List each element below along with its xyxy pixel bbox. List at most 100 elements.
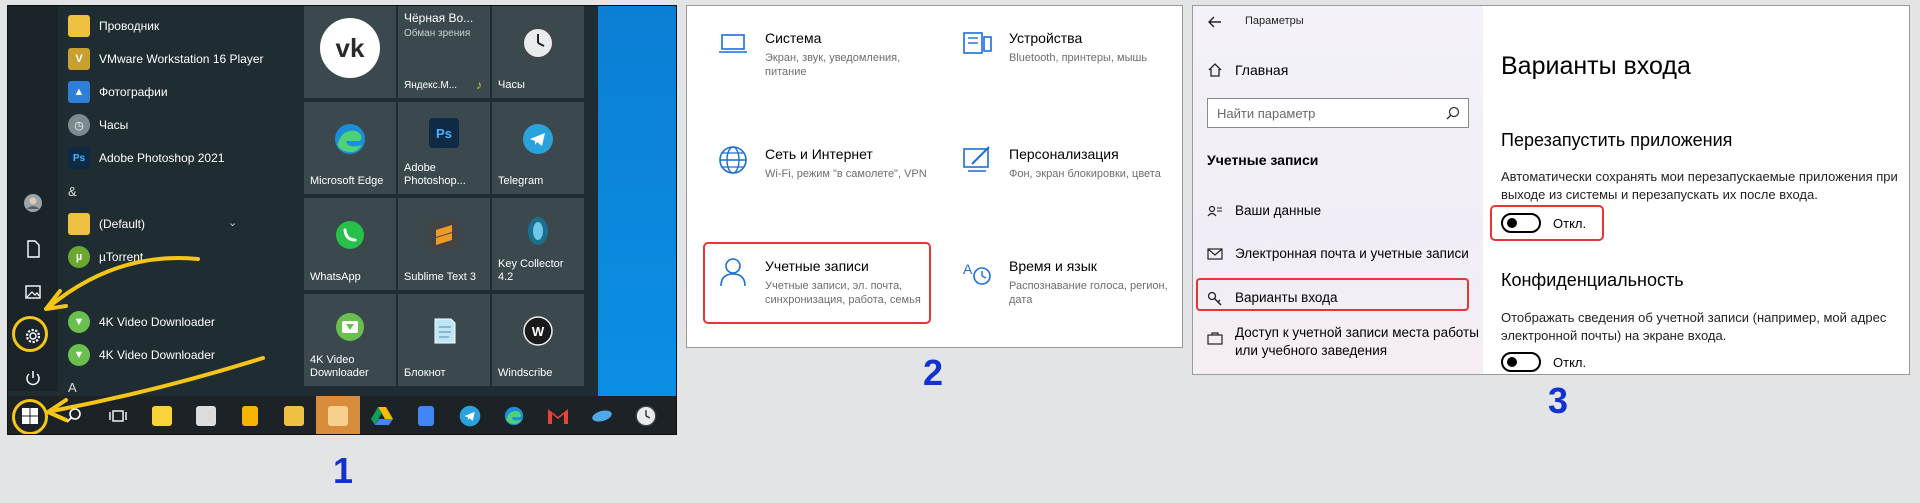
nav-home-label: Главная (1235, 62, 1289, 78)
app-item-4k-2[interactable]: ▼ 4K Video Downloader (68, 340, 215, 370)
tile-key-collector[interactable]: Key Collector 4.2 (492, 198, 584, 290)
tile-4k-downloader[interactable]: 4K Video Downloader (304, 294, 396, 386)
power-icon[interactable] (23, 368, 43, 388)
sign-in-options-screenshot: Параметры Главная Учетные записи Ваши да… (1192, 5, 1910, 375)
start-menu-screenshot: Проводник V VMware Workstation 16 Player … (7, 5, 677, 435)
settings-item-title: Система (765, 30, 822, 46)
restart-apps-heading: Перезапустить приложения (1501, 130, 1733, 150)
tile-track: Чёрная Во... (404, 11, 474, 25)
calculator-icon[interactable] (184, 396, 228, 434)
settings-item-network[interactable]: Сеть и Интернет Wi-Fi, режим "в самолете"… (715, 142, 935, 181)
search-box[interactable] (1207, 98, 1469, 128)
search-input[interactable] (1217, 105, 1437, 121)
clock-icon[interactable] (624, 396, 668, 434)
app-item-4k-1[interactable]: ▼ 4K Video Downloader (68, 307, 215, 337)
tile-notepad[interactable]: Блокнот (398, 294, 490, 386)
sign-in-options-highlight-box (1196, 278, 1469, 311)
tile-sublime[interactable]: Sublime Text 3 (398, 198, 490, 290)
tile-telegram[interactable]: Telegram (492, 102, 584, 194)
step-number-1: 1 (333, 450, 354, 491)
settings-item-time-language[interactable]: A Время и язык Распознавание голоса, реги… (959, 254, 1179, 307)
app-label: 4K Video Downloader (99, 348, 215, 362)
step-number-3: 3 (1548, 380, 1569, 421)
privacy-toggle[interactable] (1501, 352, 1541, 372)
task-view-icon[interactable] (96, 396, 140, 434)
letter-header[interactable]: & (68, 176, 77, 206)
chevron-down-icon[interactable]: ⌄ (228, 216, 237, 229)
tile-label: 4K Video Downloader (310, 354, 369, 379)
tile-label: Windscribe (498, 367, 553, 379)
photoshop-icon: Ps (68, 147, 90, 169)
time-language-icon: A (963, 261, 991, 285)
whatsapp-icon (334, 219, 366, 251)
settings-item-desc: Wi-Fi, режим "в самолете", VPN (765, 168, 927, 180)
document-icon[interactable] (23, 239, 43, 259)
svg-text:Ps: Ps (436, 126, 452, 141)
step-number-2: 2 (923, 352, 944, 393)
app-icon-orange[interactable] (316, 396, 360, 434)
settings-item-title: Время и язык (1009, 258, 1097, 274)
tile-windscribe[interactable]: W Windscribe (492, 294, 584, 386)
sticky-notes-icon[interactable] (140, 396, 184, 434)
tile-label: Key Collector 4.2 (498, 258, 564, 283)
gear-highlight-ring (12, 316, 48, 352)
tile-edge[interactable]: Microsoft Edge (304, 102, 396, 194)
avatar-icon[interactable] (23, 193, 43, 213)
tile-artist: Обман зрения (404, 28, 471, 39)
laptop-icon (719, 34, 747, 53)
app-label: (Default) (99, 217, 146, 231)
app-item-utorrent[interactable]: µ µTorrent (68, 242, 143, 272)
vmware-icon: V (68, 48, 90, 70)
settings-item-devices[interactable]: Устройства Bluetooth, принтеры, мышь (959, 26, 1179, 65)
browser-icon[interactable] (580, 396, 624, 434)
drive-icon[interactable] (360, 396, 404, 434)
back-arrow-icon[interactable] (1207, 14, 1223, 30)
app-item-photoshop[interactable]: Ps Adobe Photoshop 2021 (68, 143, 224, 173)
tile-label: Часы (498, 79, 525, 91)
folder-icon[interactable] (272, 396, 316, 434)
settings-item-title: Устройства (1009, 30, 1083, 46)
app-item-vmware[interactable]: V VMware Workstation 16 Player (68, 44, 264, 74)
toggle-knob (1507, 357, 1517, 367)
settings-item-title: Персонализация (1009, 146, 1119, 162)
nav-item-work-access[interactable]: Доступ к учетной записи места работы или… (1193, 324, 1483, 360)
tile-yandex-music[interactable]: Чёрная Во... Обман зрения Яндекс.М... ♪ (398, 6, 490, 98)
restart-toggle-highlight-box (1490, 205, 1604, 241)
nav-item-label: Доступ к учетной записи места работы или… (1235, 325, 1479, 358)
search-icon[interactable] (1446, 106, 1460, 120)
pictures-icon[interactable] (23, 282, 43, 302)
gmail-icon[interactable] (536, 396, 580, 434)
edge-icon[interactable] (492, 396, 536, 434)
tile-label: WhatsApp (310, 271, 361, 283)
tile-photoshop[interactable]: Ps Adobe Photoshop... (398, 102, 490, 194)
nav-item-email-accounts[interactable]: Электронная почта и учетные записи (1193, 245, 1483, 263)
edge-icon (332, 121, 368, 157)
settings-item-personalization[interactable]: Персонализация Фон, экран блокировки, цве… (959, 142, 1179, 181)
globe-icon (719, 146, 747, 174)
telegram-icon[interactable] (448, 396, 492, 434)
tile-label: Adobe Photoshop... (404, 162, 466, 187)
privacy-toggle-row[interactable]: Откл. (1501, 352, 1586, 372)
app-item-clock[interactable]: ◷ Часы (68, 110, 128, 140)
docs-icon[interactable] (404, 396, 448, 434)
desktop-background (598, 6, 676, 396)
tile-whatsapp[interactable]: WhatsApp (304, 198, 396, 290)
app-item-photos[interactable]: ▲ Фотографии (68, 77, 168, 107)
devices-icon (963, 32, 992, 54)
page-title: Варианты входа (1501, 52, 1691, 80)
settings-item-system[interactable]: Система Экран, звук, уведомления, питание (715, 26, 935, 79)
nav-item-your-info[interactable]: Ваши данные (1193, 202, 1483, 220)
settings-item-desc: Фон, экран блокировки, цвета (1009, 168, 1161, 180)
tile-clock[interactable]: Часы (492, 6, 584, 98)
nav-home[interactable]: Главная (1207, 62, 1288, 78)
keep-icon[interactable] (228, 396, 272, 434)
app-item-default-folder[interactable]: (Default) (68, 209, 145, 239)
letter-label: A (68, 379, 77, 395)
tile-vk[interactable]: vk (304, 6, 396, 98)
clock-icon: ◷ (68, 114, 90, 136)
app-item-explorer[interactable]: Проводник (68, 11, 159, 41)
search-icon[interactable] (52, 396, 96, 434)
app-label: µTorrent (99, 250, 144, 264)
4k-icon: ▼ (68, 311, 90, 333)
svg-text:W: W (532, 324, 545, 339)
